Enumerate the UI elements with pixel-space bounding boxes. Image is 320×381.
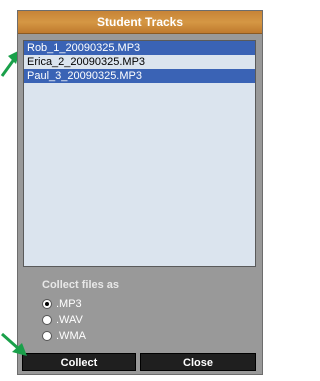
close-button[interactable]: Close <box>140 353 256 371</box>
track-item[interactable]: Rob_1_20090325.MP3 <box>24 41 255 55</box>
radio-button[interactable] <box>42 331 52 341</box>
format-label: .WAV <box>56 314 83 326</box>
format-option-wav[interactable]: .WAV <box>42 313 83 327</box>
track-item[interactable]: Paul_3_20090325.MP3 <box>24 69 255 83</box>
format-option-mp3[interactable]: .MP3 <box>42 297 82 311</box>
green-arrow-icon <box>1 332 27 356</box>
tracks-listbox[interactable]: Rob_1_20090325.MP3 Erica_2_20090325.MP3 … <box>23 40 256 267</box>
radio-button[interactable] <box>42 315 52 325</box>
collect-button[interactable]: Collect <box>22 353 136 371</box>
dialog-title: Student Tracks <box>18 11 262 34</box>
track-item[interactable]: Erica_2_20090325.MP3 <box>24 55 255 69</box>
format-label: .MP3 <box>56 298 82 310</box>
radio-button[interactable] <box>42 299 52 309</box>
page: Student Tracks Rob_1_20090325.MP3 Erica_… <box>0 0 263 381</box>
student-tracks-dialog: Student Tracks Rob_1_20090325.MP3 Erica_… <box>17 10 263 375</box>
format-option-wma[interactable]: .WMA <box>42 329 86 343</box>
collect-files-label: Collect files as <box>42 279 120 291</box>
format-label: .WMA <box>56 330 86 342</box>
